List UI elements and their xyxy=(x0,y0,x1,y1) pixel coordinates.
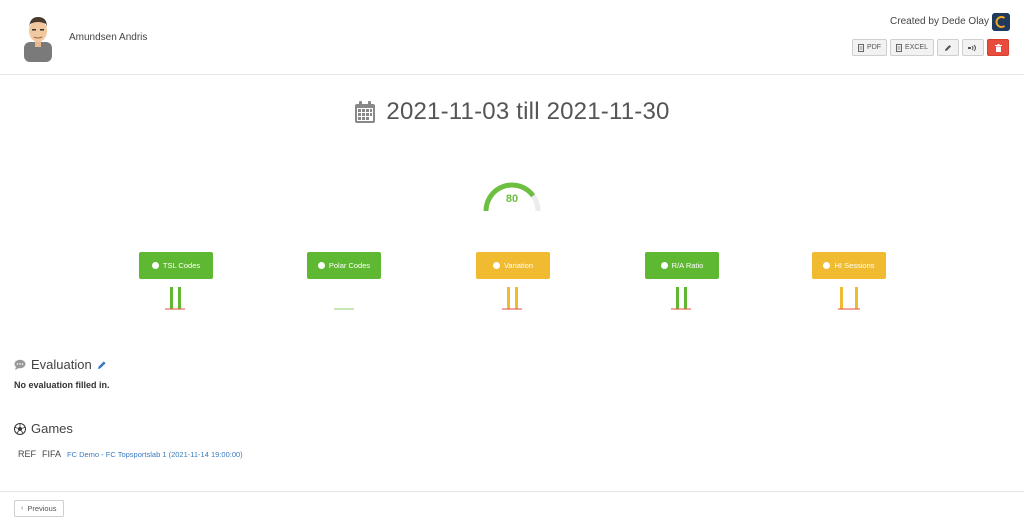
trash-icon xyxy=(994,43,1002,52)
games-heading: Games xyxy=(14,421,73,436)
metric-mini-bars xyxy=(502,287,522,310)
evaluation-empty-text: No evaluation filled in. xyxy=(14,380,110,390)
file-icon xyxy=(858,43,865,52)
broadcast-icon xyxy=(968,44,976,51)
created-by-text: Created by Dede Olay xyxy=(890,16,989,27)
edit-button[interactable] xyxy=(937,39,959,56)
game-type: FIFA xyxy=(42,449,62,459)
mini-baseline xyxy=(502,308,522,310)
metric-button[interactable]: TSL Codes xyxy=(139,252,213,279)
pdf-button[interactable]: PDF xyxy=(852,39,888,56)
evaluation-title: Evaluation xyxy=(31,357,92,372)
pencil-icon[interactable] xyxy=(97,360,107,370)
metric-mini-bars xyxy=(838,287,860,310)
metric-label: Polar Codes xyxy=(328,261,371,270)
player-avatar xyxy=(24,17,52,62)
metric-mini-bars xyxy=(334,308,354,310)
calendar-icon xyxy=(355,101,376,123)
excel-label: EXCEL xyxy=(905,44,928,51)
soccer-ball-icon xyxy=(14,422,26,435)
metric-label: R/A Ratio xyxy=(671,261,704,270)
metric-label: HI Sessions xyxy=(834,261,875,270)
comment-icon xyxy=(14,359,26,370)
metric-label: Variation xyxy=(503,261,534,270)
mini-baseline xyxy=(334,308,354,310)
metric-mini-bars xyxy=(165,287,185,310)
excel-button[interactable]: EXCEL xyxy=(890,39,934,56)
brand-logo-icon xyxy=(992,13,1010,31)
info-icon xyxy=(317,262,325,269)
metric-hi-sessions: HI Sessions xyxy=(812,252,886,310)
metric-variation: Variation xyxy=(476,252,550,310)
info-icon xyxy=(151,262,159,269)
mini-bar xyxy=(170,287,173,309)
metric-ra-ratio: R/A Ratio xyxy=(645,252,719,310)
period-text: 2021-11-03 till 2021-11-30 xyxy=(386,98,670,125)
mini-bar xyxy=(855,287,858,309)
pencil-icon xyxy=(945,44,951,51)
metric-button[interactable]: HI Sessions xyxy=(812,252,886,279)
mini-bar xyxy=(178,287,181,309)
info-icon xyxy=(492,262,500,269)
mini-bar xyxy=(507,287,510,309)
file-icon xyxy=(896,43,903,52)
metric-label: TSL Codes xyxy=(162,261,201,270)
metric-polar-codes: Polar Codes xyxy=(307,252,381,310)
game-link[interactable]: FC Demo - FC Topsportslab 1 (2021-11-14 … xyxy=(67,450,243,459)
score-value: 80 xyxy=(505,193,519,205)
mini-baseline xyxy=(838,308,860,310)
mini-bar xyxy=(676,287,679,309)
metric-button[interactable]: R/A Ratio xyxy=(645,252,719,279)
mini-bar xyxy=(684,287,687,309)
pdf-label: PDF xyxy=(867,44,882,51)
share-button[interactable] xyxy=(962,39,984,56)
games-title: Games xyxy=(31,421,73,436)
previous-button[interactable]: ‹ Previous xyxy=(14,500,64,517)
mini-baseline xyxy=(165,308,185,310)
evaluation-heading: Evaluation xyxy=(14,357,107,372)
mini-bar xyxy=(515,287,518,309)
page-footer: ‹ Previous xyxy=(0,491,1024,524)
period-heading: 2021-11-03 till 2021-11-30 xyxy=(0,98,1024,126)
page-header: Amundsen Andris Created by Dede Olay PDF… xyxy=(0,0,1024,75)
metric-button[interactable]: Polar Codes xyxy=(307,252,381,279)
game-ref: REF xyxy=(18,449,36,459)
mini-baseline xyxy=(671,308,691,310)
metric-button[interactable]: Variation xyxy=(476,252,550,279)
chevron-left-icon: ‹ xyxy=(21,505,24,512)
game-row: REF FIFA FC Demo - FC Topsportslab 1 (20… xyxy=(18,449,243,459)
mini-bar xyxy=(840,287,843,309)
metric-tsl-codes: TSL Codes xyxy=(139,252,213,310)
delete-button[interactable] xyxy=(987,39,1009,56)
info-icon xyxy=(660,262,668,269)
info-icon xyxy=(823,262,831,269)
metric-mini-bars xyxy=(671,287,691,310)
previous-label: Previous xyxy=(27,504,57,513)
toolbar: PDF EXCEL xyxy=(852,39,1009,56)
player-name: Amundsen Andris xyxy=(69,32,148,43)
